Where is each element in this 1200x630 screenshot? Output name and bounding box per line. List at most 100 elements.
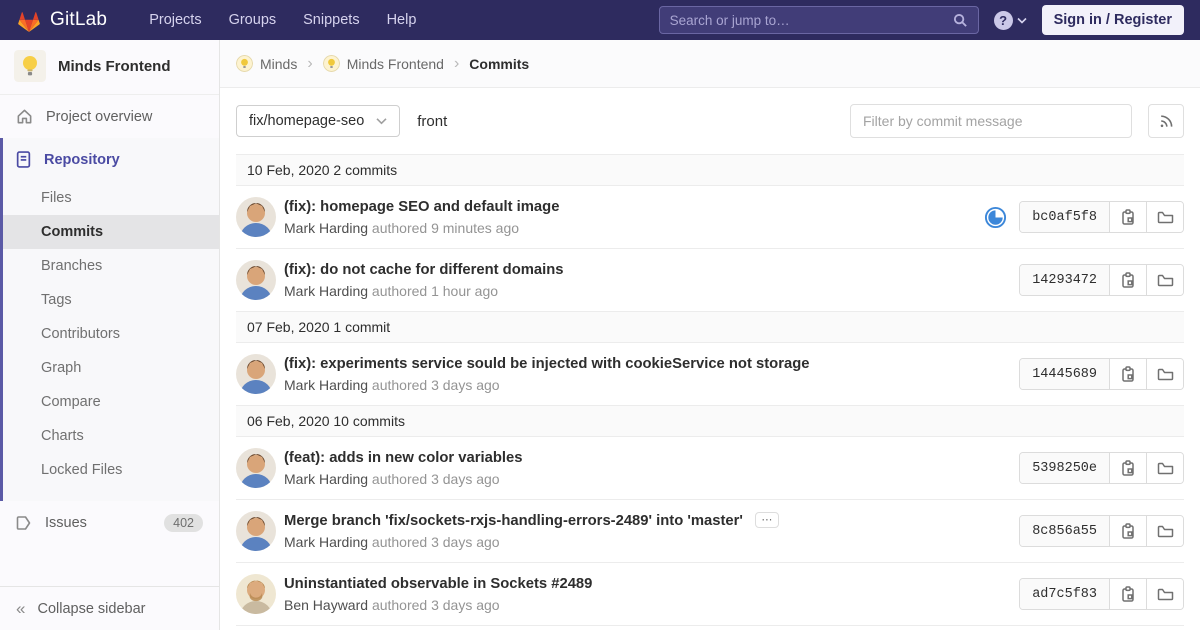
copy-sha-button[interactable] xyxy=(1109,453,1146,483)
commit-sha[interactable]: 5398250e xyxy=(1020,453,1109,483)
commit-sha-group: 5398250e xyxy=(1019,452,1184,484)
sidebar-item-charts[interactable]: Charts xyxy=(3,419,219,453)
commit-author-link[interactable]: Mark Harding xyxy=(284,534,368,550)
main-nav-menu: Projects Groups Snippets Help xyxy=(149,12,416,28)
breadcrumb-label: Minds xyxy=(260,55,298,72)
branch-selector-dropdown[interactable]: fix/homepage-seo xyxy=(236,105,401,137)
sidebar-item-repository[interactable]: Repository xyxy=(3,138,219,181)
avatar[interactable] xyxy=(236,511,276,551)
sidebar-item-branches[interactable]: Branches xyxy=(3,249,219,283)
browse-files-button[interactable] xyxy=(1146,265,1183,295)
commit-title-link[interactable]: (fix): do not cache for different domain… xyxy=(284,262,564,278)
nav-help[interactable]: Help xyxy=(387,12,417,28)
pipeline-status-running-icon[interactable] xyxy=(984,206,1007,229)
commit-info: (fix): homepage SEO and default image Ma… xyxy=(284,198,968,236)
nav-groups[interactable]: Groups xyxy=(229,12,277,28)
sidebar-item-label: Repository xyxy=(44,151,120,168)
sidebar-item-files[interactable]: Files xyxy=(3,181,219,215)
search-input[interactable] xyxy=(669,12,953,28)
sidebar-item-issues[interactable]: Issues 402 xyxy=(0,501,219,545)
double-chevron-left-icon: « xyxy=(16,599,26,618)
browse-files-button[interactable] xyxy=(1146,453,1183,483)
folder-icon xyxy=(1157,274,1173,287)
sidebar-item-locked-files[interactable]: Locked Files xyxy=(3,453,219,487)
commit-authored-time: authored 1 hour ago xyxy=(371,283,499,299)
sign-in-register-button[interactable]: Sign in / Register xyxy=(1041,5,1184,35)
commit-filter-input[interactable] xyxy=(850,104,1132,138)
commit-sha[interactable]: ad7c5f83 xyxy=(1020,579,1109,609)
global-search[interactable] xyxy=(658,6,979,34)
commits-feed-button[interactable] xyxy=(1148,104,1184,138)
commit-authored-time: authored 3 days ago xyxy=(371,534,500,550)
lightbulb-icon xyxy=(14,50,46,82)
commit-meta: Mark Harding authored 9 minutes ago xyxy=(284,220,968,236)
commit-sha-group: 8c856a55 xyxy=(1019,515,1184,547)
copy-sha-button[interactable] xyxy=(1109,202,1146,232)
commit-date-header: 10 Feb, 2020 2 commits xyxy=(236,154,1184,186)
commit-sha-group: 14445689 xyxy=(1019,358,1184,390)
nav-snippets[interactable]: Snippets xyxy=(303,12,359,28)
clipboard-icon xyxy=(1122,586,1134,602)
browse-files-button[interactable] xyxy=(1146,516,1183,546)
commit-authored-time: authored 9 minutes ago xyxy=(371,220,520,236)
clipboard-icon xyxy=(1122,366,1134,382)
folder-icon xyxy=(1157,211,1173,224)
copy-sha-button[interactable] xyxy=(1109,265,1146,295)
browse-files-button[interactable] xyxy=(1146,202,1183,232)
browse-files-button[interactable] xyxy=(1146,579,1183,609)
commit-title-link[interactable]: (fix): homepage SEO and default image xyxy=(284,199,559,215)
commit-author-link[interactable]: Mark Harding xyxy=(284,377,368,393)
collapse-sidebar-button[interactable]: « Collapse sidebar xyxy=(0,586,219,630)
chevron-down-icon xyxy=(376,118,387,125)
avatar[interactable] xyxy=(236,448,276,488)
commit-title-link[interactable]: Uninstantiated observable in Sockets #24… xyxy=(284,576,592,592)
commit-author-link[interactable]: Mark Harding xyxy=(284,471,368,487)
commit-sha[interactable]: 14293472 xyxy=(1020,265,1109,295)
sidebar-item-commits[interactable]: Commits xyxy=(3,215,219,249)
commit-sha[interactable]: 14445689 xyxy=(1020,359,1109,389)
rss-icon xyxy=(1160,115,1173,128)
commit-info: (fix): experiments service sould be inje… xyxy=(284,355,1003,393)
sidebar-item-contributors[interactable]: Contributors xyxy=(3,317,219,351)
commits-toolbar: fix/homepage-seo front xyxy=(220,88,1200,154)
sidebar-item-graph[interactable]: Graph xyxy=(3,351,219,385)
commit-author-link[interactable]: Mark Harding xyxy=(284,283,368,299)
gitlab-logo[interactable]: GitLab xyxy=(16,8,107,33)
document-icon xyxy=(16,151,31,168)
avatar[interactable] xyxy=(236,260,276,300)
commit-row: Uninstantiated observable in Sockets #24… xyxy=(236,563,1184,626)
sidebar-item-compare[interactable]: Compare xyxy=(3,385,219,419)
breadcrumb: Minds › Minds Frontend › Commits xyxy=(220,40,1200,88)
copy-sha-button[interactable] xyxy=(1109,579,1146,609)
project-context-header[interactable]: Minds Frontend xyxy=(0,40,219,95)
breadcrumb-item-minds-frontend[interactable]: Minds Frontend xyxy=(322,55,444,72)
commit-sha[interactable]: bc0af5f8 xyxy=(1020,202,1109,232)
copy-sha-button[interactable] xyxy=(1109,359,1146,389)
help-menu[interactable]: ? xyxy=(993,10,1027,30)
avatar[interactable] xyxy=(236,354,276,394)
nav-projects[interactable]: Projects xyxy=(149,12,201,28)
commit-title-link[interactable]: Merge branch 'fix/sockets-rxjs-handling-… xyxy=(284,513,743,529)
project-avatar xyxy=(14,50,46,82)
sidebar-item-tags[interactable]: Tags xyxy=(3,283,219,317)
commit-title-link[interactable]: (feat): adds in new color variables xyxy=(284,450,522,466)
issues-count-badge: 402 xyxy=(164,514,203,532)
commit-date-header: 06 Feb, 2020 10 commits xyxy=(236,406,1184,437)
commit-description-toggle[interactable]: ⋯ xyxy=(755,512,780,528)
project-sidebar: Minds Frontend Project overview Reposito… xyxy=(0,40,220,630)
commit-author-link[interactable]: Ben Hayward xyxy=(284,597,368,613)
commit-meta: Mark Harding authored 1 hour ago xyxy=(284,283,1003,299)
breadcrumb-label: Minds Frontend xyxy=(346,55,444,72)
sidebar-item-label: Project overview xyxy=(46,108,153,125)
avatar[interactable] xyxy=(236,574,276,614)
collapse-sidebar-label: Collapse sidebar xyxy=(37,600,146,617)
breadcrumb-item-minds[interactable]: Minds xyxy=(236,55,297,72)
copy-sha-button[interactable] xyxy=(1109,516,1146,546)
commit-author-link[interactable]: Mark Harding xyxy=(284,220,368,236)
clipboard-icon xyxy=(1122,523,1134,539)
commit-title-link[interactable]: (fix): experiments service sould be inje… xyxy=(284,356,809,372)
browse-files-button[interactable] xyxy=(1146,359,1183,389)
avatar[interactable] xyxy=(236,197,276,237)
sidebar-item-project-overview[interactable]: Project overview xyxy=(0,95,219,138)
commit-sha[interactable]: 8c856a55 xyxy=(1020,516,1109,546)
